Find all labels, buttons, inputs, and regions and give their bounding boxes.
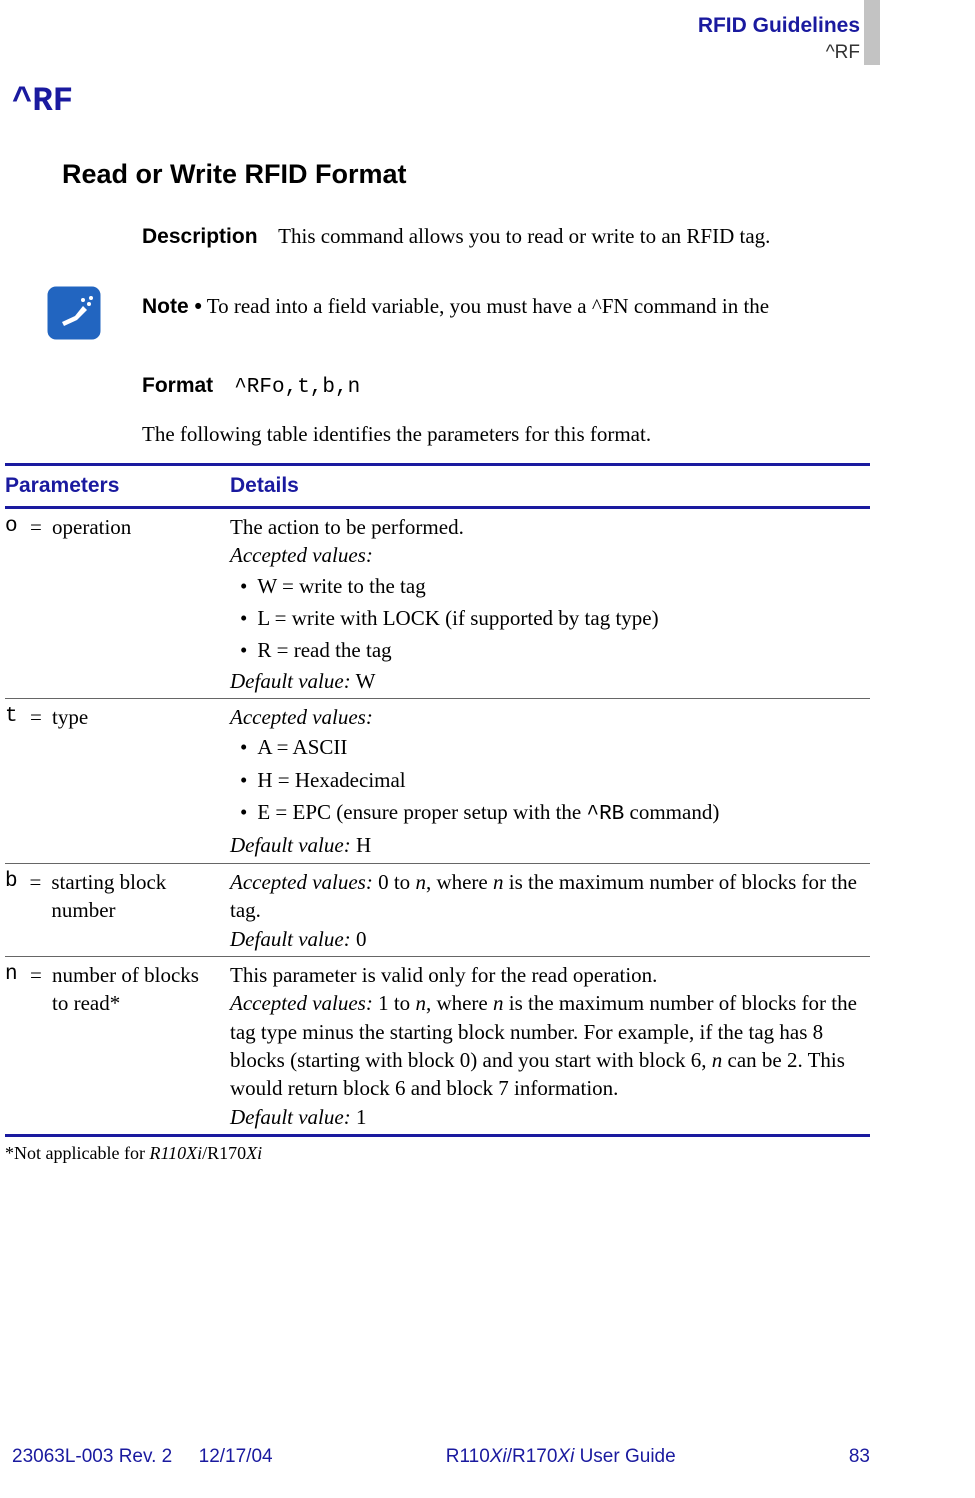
default-value: W bbox=[351, 669, 376, 693]
default-label: Default value: bbox=[230, 833, 351, 857]
note-icon bbox=[47, 286, 101, 347]
format-label: Format bbox=[142, 374, 213, 397]
header-subtitle: ^RF bbox=[698, 40, 860, 66]
bullet-item: E = EPC (ensure proper setup with the ^R… bbox=[240, 796, 870, 831]
footer-left: 23063L-003 Rev. 2 12/17/04 bbox=[12, 1444, 273, 1470]
accepted-label: Accepted values: bbox=[230, 543, 373, 567]
default-label: Default value: bbox=[230, 927, 351, 951]
table-row: t = type Accepted values: A = ASCII H = … bbox=[5, 698, 870, 863]
col-header-parameters: Parameters bbox=[5, 472, 230, 500]
detail-text: This parameter is valid only for the rea… bbox=[230, 961, 870, 989]
default-label: Default value: bbox=[230, 1105, 351, 1129]
detail-text: The action to be performed. bbox=[230, 513, 870, 541]
side-tab bbox=[864, 0, 880, 65]
bullet-item: H = Hexadecimal bbox=[240, 764, 870, 796]
param-name: number of blocks to read* bbox=[52, 961, 212, 1131]
note-label: Note • bbox=[142, 295, 202, 318]
bullet-item: W = write to the tag bbox=[240, 570, 870, 602]
content: ^RF Read or Write RFID Format Descriptio… bbox=[0, 0, 975, 449]
parameters-table: Parameters Details o = operation The act… bbox=[5, 463, 870, 1166]
table-bottom-rule bbox=[5, 1134, 870, 1137]
param-name: type bbox=[52, 703, 88, 860]
page-footer: 23063L-003 Rev. 2 12/17/04 R110Xi/R170Xi… bbox=[12, 1444, 870, 1470]
note-text: To read into a field variable, you must … bbox=[207, 294, 769, 318]
param-letter: o bbox=[5, 513, 20, 695]
param-name: operation bbox=[52, 513, 131, 695]
param-letter: t bbox=[5, 703, 20, 860]
description-label: Description bbox=[142, 225, 258, 248]
table-footnote: *Not applicable for R110Xi/R170Xi bbox=[5, 1141, 870, 1165]
description-block: Description This command allows you to r… bbox=[142, 222, 870, 251]
note-block: Note • To read into a field variable, yo… bbox=[142, 292, 870, 321]
bullet-item: A = ASCII bbox=[240, 731, 870, 763]
table-row: n = number of blocks to read* This param… bbox=[5, 956, 870, 1134]
accepted-label: Accepted values: bbox=[230, 991, 373, 1015]
col-header-details: Details bbox=[230, 472, 870, 500]
default-value: H bbox=[351, 833, 371, 857]
footer-page-number: 83 bbox=[849, 1444, 870, 1470]
table-row: o = operation The action to be performed… bbox=[5, 509, 870, 698]
default-value: 0 bbox=[351, 927, 367, 951]
command-heading: ^RF bbox=[12, 80, 870, 126]
bullet-item: R = read the tag bbox=[240, 634, 870, 666]
default-label: Default value: bbox=[230, 669, 351, 693]
header-title: RFID Guidelines bbox=[698, 12, 860, 40]
default-value: 1 bbox=[351, 1105, 367, 1129]
description-text: This command allows you to read or write… bbox=[278, 224, 770, 248]
page-header: RFID Guidelines ^RF bbox=[698, 12, 860, 66]
format-code: ^RFo,t,b,n bbox=[234, 376, 360, 399]
param-letter: n bbox=[5, 961, 20, 1131]
footer-center: R110Xi/R170Xi User Guide bbox=[446, 1444, 676, 1470]
accepted-label: Accepted values: bbox=[230, 705, 373, 729]
section-title: Read or Write RFID Format bbox=[62, 156, 870, 192]
table-row: b = starting block number Accepted value… bbox=[5, 863, 870, 956]
param-name: starting block number bbox=[51, 868, 230, 953]
param-letter: b bbox=[5, 868, 20, 953]
format-intro: The following table identifies the param… bbox=[142, 420, 870, 448]
accepted-label: Accepted values: bbox=[230, 870, 373, 894]
bullet-item: L = write with LOCK (if supported by tag… bbox=[240, 602, 870, 634]
format-block: Format ^RFo,t,b,n bbox=[142, 371, 870, 402]
